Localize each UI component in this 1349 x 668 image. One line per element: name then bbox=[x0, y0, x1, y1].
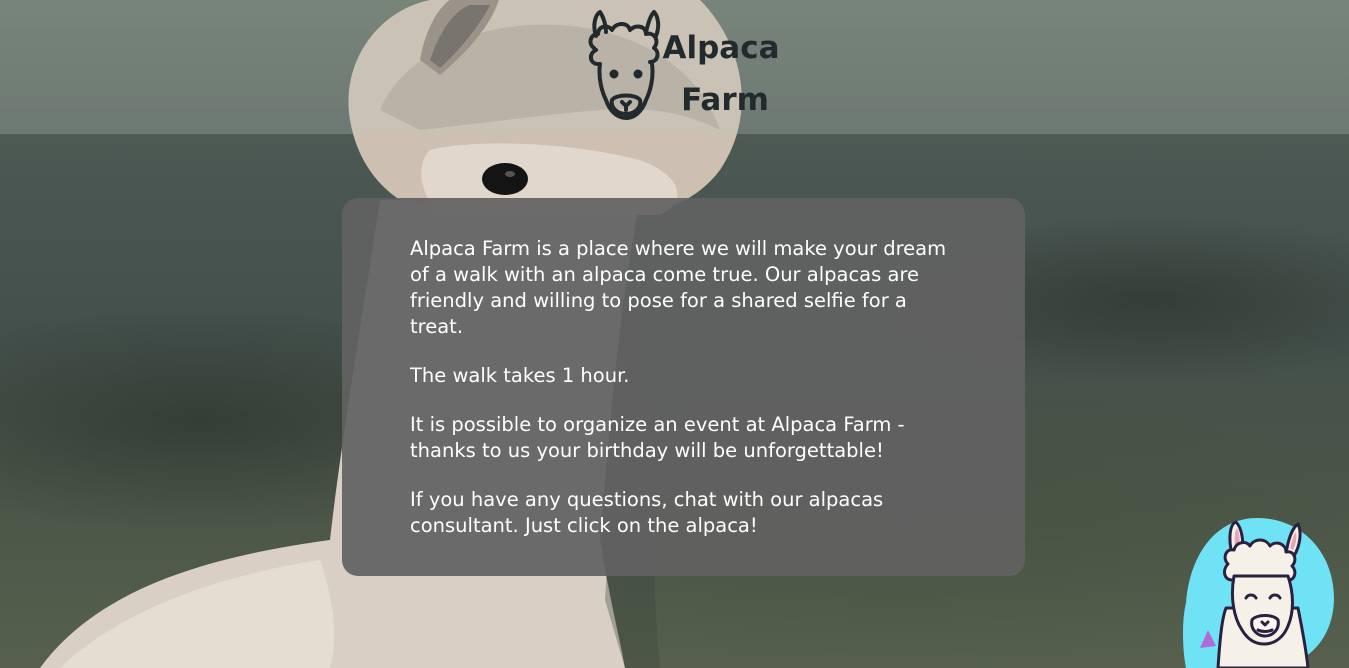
page: Alpaca Farm Alpaca Farm is a place where… bbox=[0, 0, 1349, 668]
info-panel: Alpaca Farm is a place where we will mak… bbox=[342, 198, 1025, 576]
info-paragraph-duration: The walk takes 1 hour. bbox=[410, 364, 630, 387]
info-paragraph-chat: If you have any questions, chat with our… bbox=[410, 488, 884, 537]
logo-line2: Farm bbox=[681, 82, 769, 118]
logo-line1: Alpaca bbox=[662, 30, 780, 66]
info-paragraph-intro: Alpaca Farm is a place where we will mak… bbox=[410, 237, 947, 338]
alpaca-chat-icon[interactable] bbox=[1182, 518, 1349, 668]
logo-wordmark[interactable]: Alpaca Farm bbox=[655, 22, 795, 126]
info-paragraph-events: It is possible to organize an event at A… bbox=[410, 413, 905, 462]
